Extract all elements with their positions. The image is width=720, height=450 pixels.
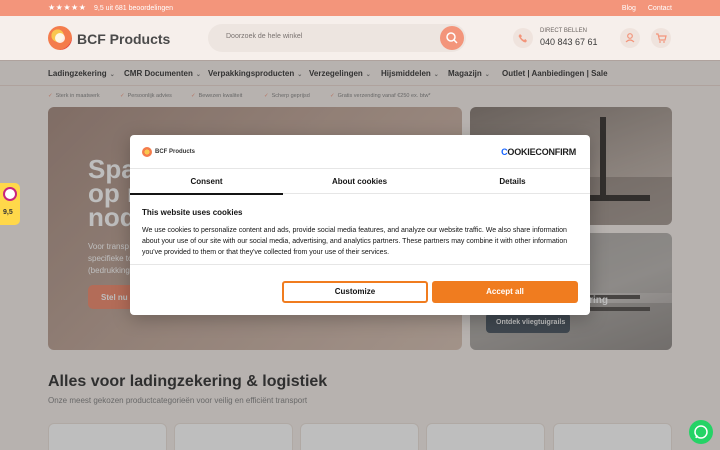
search-bar[interactable]: Doorzoek de hele winkel [208,24,466,52]
brand-name: BCF Products [77,31,171,47]
top-links: Blog Contact [612,4,672,13]
accept-all-button[interactable]: Accept all [432,281,578,303]
tab-about-cookies[interactable]: About cookies [283,169,436,195]
cookieconfirm-logo: COOKIECONFIRM [501,147,576,157]
dialog-title: This website uses cookies [142,208,243,217]
review-widget[interactable]: 9,5 [0,183,20,225]
review-badge-icon [3,187,17,201]
modal-brand: BCF Products [155,149,196,155]
consent-tabs: Consent About cookies Details [130,168,590,195]
search-icon [446,32,458,44]
account-button[interactable] [620,28,640,48]
header: BCF Products Doorzoek de hele winkel DIR… [0,16,720,60]
whatsapp-icon [694,425,708,439]
blog-link[interactable]: Blog [622,5,636,12]
user-icon [625,33,635,43]
search-input[interactable]: Doorzoek de hele winkel [226,33,302,40]
customize-button[interactable]: Customize [282,281,428,303]
top-bar: ★★★★★ 9,5 uit 681 beoordelingen Blog Con… [0,0,720,16]
phone-icon [518,34,527,43]
rating-text[interactable]: 9,5 uit 681 beoordelingen [94,4,173,13]
phone-label: DIRECT BELLEN [540,28,587,34]
rating-stars: ★★★★★ [48,3,87,12]
modal-logo-icon [142,147,152,157]
review-score: 9,5 [3,209,13,216]
tab-consent[interactable]: Consent [130,169,283,195]
cookie-consent-dialog: BCF Products COOKIECONFIRM Consent About… [130,135,590,315]
contact-link[interactable]: Contact [648,5,672,12]
cart-icon [656,33,667,43]
tab-details[interactable]: Details [436,169,589,195]
phone-number[interactable]: 040 843 67 61 [540,37,598,47]
search-button[interactable] [440,26,464,50]
dialog-text: We use cookies to personalize content an… [142,227,568,256]
phone-button[interactable] [513,28,533,48]
logo[interactable]: BCF Products [48,26,170,52]
logo-mark-icon [48,26,72,50]
whatsapp-button[interactable] [689,420,713,444]
divider [130,264,590,265]
cart-button[interactable] [651,28,671,48]
